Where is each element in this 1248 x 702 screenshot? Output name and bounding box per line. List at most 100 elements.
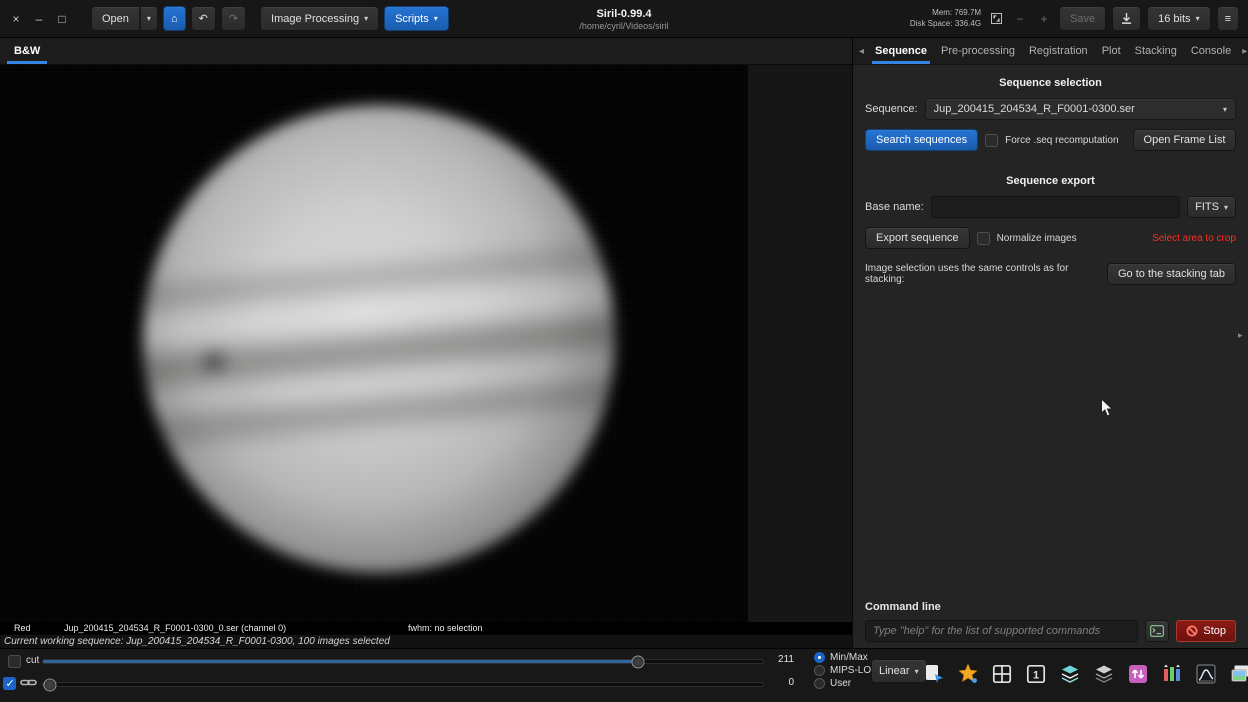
user-radio[interactable] bbox=[814, 678, 825, 689]
channel-shift-icon bbox=[1129, 665, 1147, 683]
sequence-combobox[interactable]: Jup_200415_204534_R_F0001-0300.ser ▾ bbox=[924, 98, 1236, 120]
mode-minmax[interactable]: Min/Max bbox=[814, 652, 868, 663]
save-button[interactable]: Save bbox=[1059, 6, 1107, 31]
search-sequences-button[interactable]: Search sequences bbox=[865, 129, 979, 151]
cut-label: cut bbox=[26, 655, 40, 666]
histogram-button[interactable] bbox=[1192, 659, 1220, 689]
open-frame-list-label: Open Frame List bbox=[1143, 134, 1226, 146]
force-recompute-checkbox[interactable] bbox=[985, 133, 999, 147]
minimize-icon: – bbox=[35, 11, 43, 26]
jupiter-image bbox=[143, 105, 615, 573]
stop-icon bbox=[1186, 625, 1198, 637]
panel-collapse-handle[interactable]: ▸ bbox=[1238, 330, 1243, 341]
scale-label: Linear bbox=[879, 665, 910, 677]
redo-button[interactable]: ↷ bbox=[220, 6, 247, 31]
rgb-split-button[interactable] bbox=[1158, 659, 1186, 689]
force-recompute-label: Force .seq recomputation bbox=[1005, 134, 1119, 146]
stop-label: Stop bbox=[1203, 625, 1226, 637]
link-checkbox[interactable] bbox=[3, 677, 16, 690]
normalize-images-label: Normalize images bbox=[996, 232, 1077, 244]
tab-registration[interactable]: Registration bbox=[1022, 38, 1095, 64]
export-sequence-button[interactable]: Export sequence bbox=[865, 227, 970, 249]
go-to-stacking-button[interactable]: Go to the stacking tab bbox=[1106, 263, 1236, 285]
export-format-dropdown[interactable]: FITS ▾ bbox=[1187, 196, 1236, 218]
jupiter-dark-spot bbox=[203, 353, 225, 370]
hamburger-menu-button[interactable]: ≡ bbox=[1216, 6, 1239, 31]
close-button[interactable]: × bbox=[7, 10, 25, 28]
sequence-export-title: Sequence export bbox=[1006, 175, 1095, 187]
jupiter-band bbox=[143, 374, 615, 450]
zoom-out-button[interactable]: − bbox=[1011, 10, 1029, 28]
working-directory: /home/cyril/Videos/siril bbox=[579, 20, 669, 31]
command-input[interactable] bbox=[865, 620, 1139, 642]
minimize-button[interactable]: – bbox=[30, 10, 48, 28]
link-sliders-button[interactable] bbox=[20, 676, 37, 692]
grid-icon bbox=[992, 664, 1012, 684]
scale-dropdown[interactable]: Linear ▾ bbox=[871, 659, 927, 683]
memory-usage: Mem: 769.7M bbox=[932, 8, 982, 18]
home-button[interactable]: ⌂ bbox=[162, 6, 186, 31]
siril-window: × – □ Open ▾ ⌂ ↶ ↷ Image Processing ▾ Scr… bbox=[0, 0, 1248, 702]
maximize-icon: □ bbox=[58, 11, 66, 26]
normalize-images-checkbox[interactable] bbox=[976, 231, 990, 245]
tabs-scroll-right-icon[interactable]: ▸ bbox=[1238, 38, 1248, 64]
command-line-title: Command line bbox=[865, 601, 941, 613]
tab-pre-processing[interactable]: Pre-processing bbox=[934, 38, 1022, 64]
base-name-input[interactable] bbox=[930, 196, 1181, 218]
scripts-menu[interactable]: Scripts ▾ bbox=[384, 6, 449, 31]
tabs-scroll-left-icon[interactable]: ◂ bbox=[855, 38, 868, 64]
zoom-in-button[interactable]: + bbox=[1035, 10, 1053, 28]
tab-console[interactable]: Console bbox=[1184, 38, 1238, 64]
open-recent-dropdown[interactable]: ▾ bbox=[139, 6, 158, 31]
command-list-icon bbox=[1150, 625, 1165, 637]
image-processing-menu[interactable]: Image Processing ▾ bbox=[260, 6, 380, 31]
low-slider-handle[interactable] bbox=[43, 678, 57, 691]
histogram-icon bbox=[1196, 664, 1216, 684]
open-frame-list-button[interactable]: Open Frame List bbox=[1132, 129, 1237, 151]
undo-button[interactable]: ↶ bbox=[190, 6, 216, 31]
single-frame-icon: 1 bbox=[1026, 664, 1046, 684]
close-icon: × bbox=[12, 11, 20, 26]
tab-stacking[interactable]: Stacking bbox=[1128, 38, 1184, 64]
cut-checkbox[interactable] bbox=[8, 655, 21, 668]
chevron-down-icon: ▾ bbox=[364, 14, 369, 23]
zoom-out-icon: − bbox=[1016, 11, 1024, 26]
tab-bw[interactable]: B&W bbox=[0, 38, 54, 64]
save-label: Save bbox=[1070, 12, 1096, 25]
document-export-button[interactable] bbox=[920, 659, 948, 689]
mips-radio[interactable] bbox=[814, 665, 825, 676]
open-button[interactable]: Open bbox=[91, 6, 140, 31]
tab-sequence[interactable]: Sequence bbox=[868, 38, 934, 64]
tab-plot[interactable]: Plot bbox=[1095, 38, 1128, 64]
pixel-grid-button[interactable] bbox=[988, 659, 1016, 689]
channel-shift-button[interactable] bbox=[1124, 659, 1152, 689]
zoom-fit-icon bbox=[990, 13, 1002, 24]
bit-depth-dropdown[interactable]: 16 bits ▾ bbox=[1147, 6, 1211, 31]
layers-cyan-button[interactable] bbox=[1056, 659, 1084, 689]
star-detection-button[interactable] bbox=[954, 659, 982, 689]
save-as-button[interactable] bbox=[1112, 6, 1142, 31]
zoom-fit-button[interactable] bbox=[987, 10, 1005, 28]
base-name-label: Base name: bbox=[865, 201, 924, 213]
high-level-slider[interactable] bbox=[42, 655, 764, 668]
low-level-slider[interactable] bbox=[42, 678, 764, 691]
high-value: 211 bbox=[778, 654, 794, 665]
maximize-button[interactable]: □ bbox=[53, 10, 71, 28]
viewer-tab-strip: B&W bbox=[0, 38, 852, 65]
mode-user[interactable]: User bbox=[814, 678, 851, 689]
image-stack-icon bbox=[1231, 665, 1248, 682]
command-list-button[interactable] bbox=[1145, 620, 1170, 642]
image-canvas[interactable] bbox=[0, 65, 748, 622]
minmax-radio[interactable] bbox=[814, 652, 825, 663]
layers-gray-icon bbox=[1095, 665, 1113, 683]
stop-button[interactable]: Stop bbox=[1176, 620, 1236, 642]
high-slider-handle[interactable] bbox=[631, 655, 645, 668]
working-sequence-label: Current working sequence: Jup_200415_204… bbox=[0, 634, 852, 648]
image-stack-button[interactable] bbox=[1226, 659, 1248, 689]
star-icon bbox=[958, 663, 978, 683]
sequence-selection-title: Sequence selection bbox=[999, 77, 1102, 89]
single-frame-button[interactable]: 1 bbox=[1022, 659, 1050, 689]
layers-gray-button[interactable] bbox=[1090, 659, 1118, 689]
quick-tools: 1 bbox=[920, 659, 1248, 689]
svg-text:1: 1 bbox=[1033, 669, 1039, 681]
